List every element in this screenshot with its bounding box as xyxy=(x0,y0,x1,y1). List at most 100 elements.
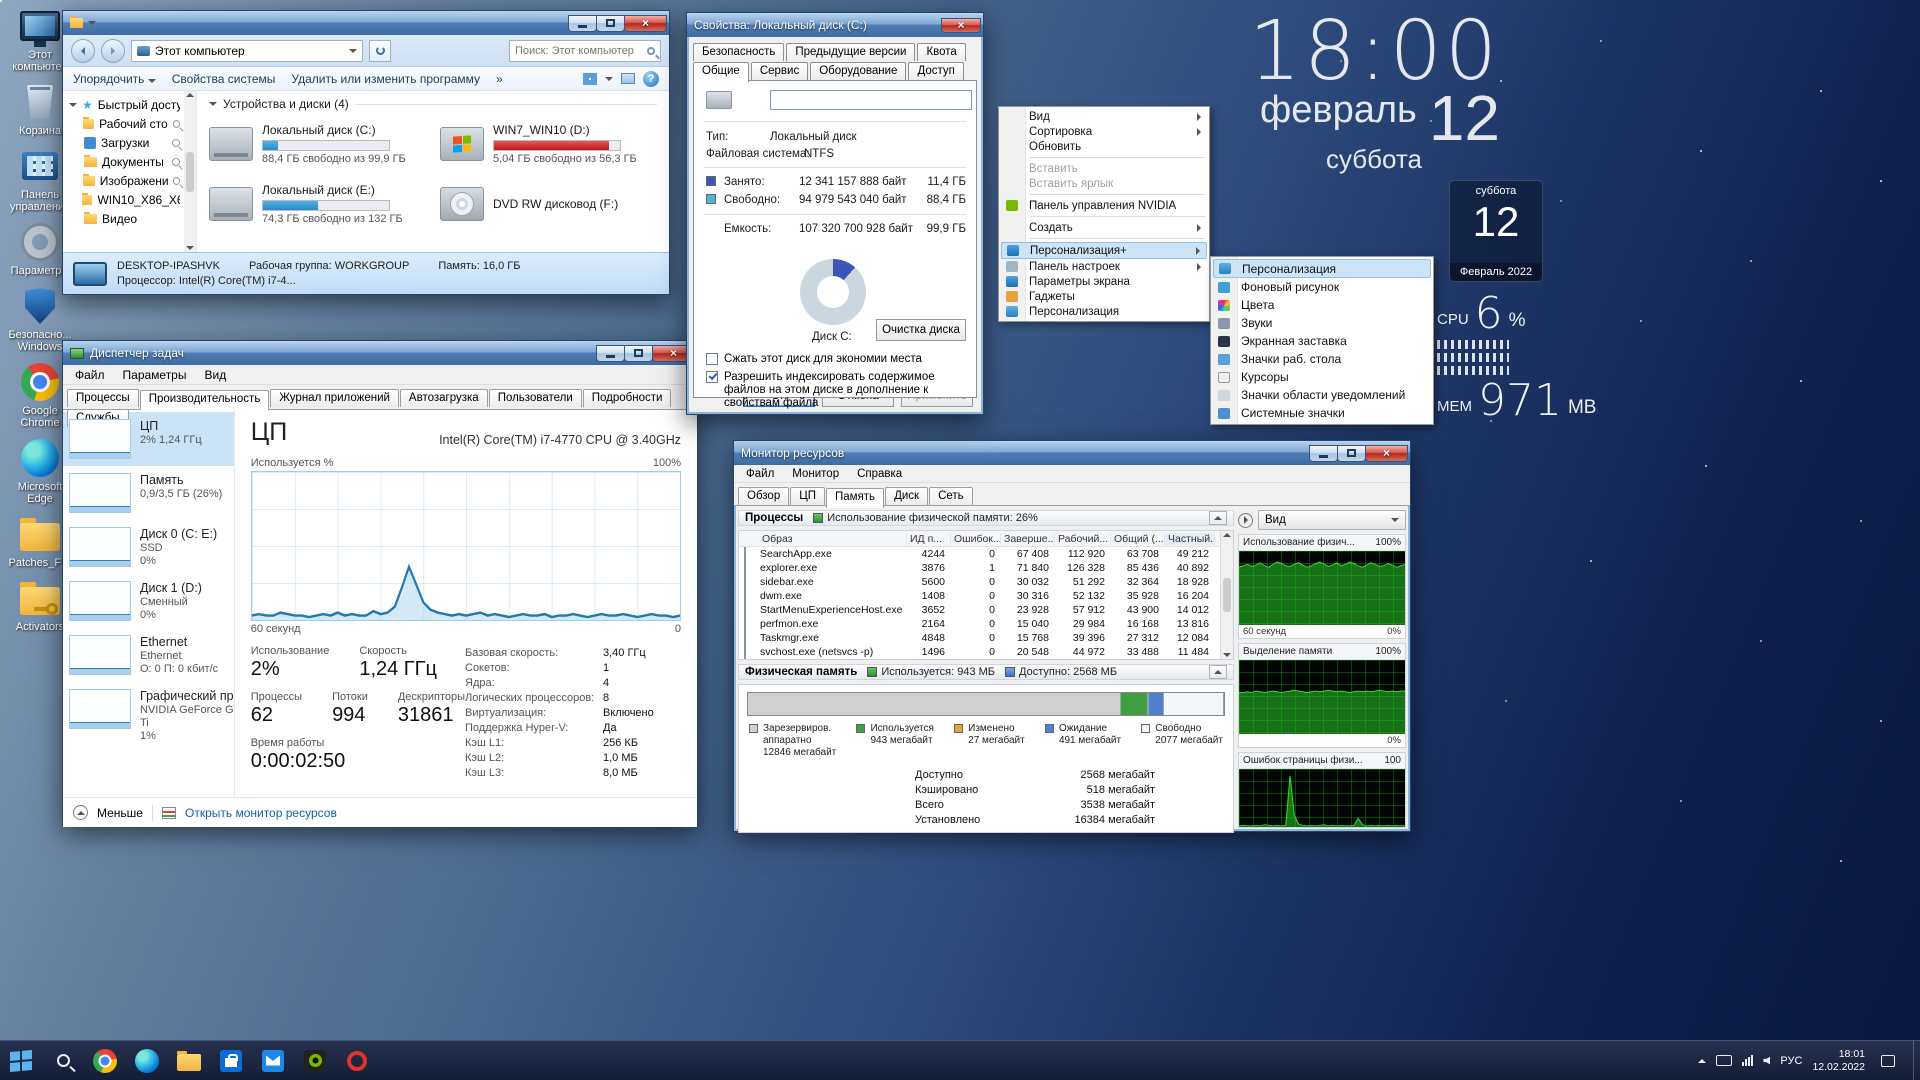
context-menu-item[interactable]: Вид xyxy=(1001,109,1207,124)
collapse-group-icon[interactable] xyxy=(209,102,217,106)
maximize-button[interactable] xyxy=(624,344,653,362)
scroll-up-icon[interactable] xyxy=(1223,533,1231,537)
personalization-menu-item[interactable]: Значки области уведомлений xyxy=(1213,386,1431,404)
quick-access-toolbar-chevron-icon[interactable] xyxy=(88,21,96,25)
taskbar-app-nvidia[interactable] xyxy=(300,1046,330,1076)
context-menu-item[interactable]: Вставить xyxy=(1001,161,1207,176)
taskbar-app-folder[interactable] xyxy=(174,1046,204,1076)
language-indicator[interactable]: РУС xyxy=(1780,1055,1802,1067)
tab-безопасность[interactable]: Безопасность xyxy=(693,43,785,61)
process-row[interactable]: dwm.exe 1408 0 30 316 52 132 35 928 16 204 xyxy=(739,589,1220,603)
perf-sidebar-item[interactable]: Ethernet Ethernet О: 0 П: 0 кбит/с xyxy=(63,628,234,682)
tab-подробности[interactable]: Подробности xyxy=(582,389,672,407)
address-bar[interactable]: Этот компьютер xyxy=(131,39,363,62)
tab-доступ[interactable]: Доступ xyxy=(908,62,964,80)
index-checkbox[interactable]: Разрешить индексировать содержимое файло… xyxy=(706,371,970,410)
scroll-thumb[interactable] xyxy=(1223,578,1231,612)
physical-memory-section-header[interactable]: Физическая память Используется: 943 МБ Д… xyxy=(738,664,1234,680)
uninstall-program-button[interactable]: Удалить или изменить программу xyxy=(291,72,480,86)
menu-вид[interactable]: Вид xyxy=(196,366,234,384)
drive-item[interactable]: DVD RW дисковод (F:) xyxy=(440,179,657,229)
menu-справка[interactable]: Справка xyxy=(849,466,910,482)
process-checkbox[interactable] xyxy=(744,547,746,561)
perf-sidebar-item[interactable]: Диск 1 (D:) Сменный 0% xyxy=(63,574,234,628)
personalization-menu-item[interactable]: Персонализация xyxy=(1213,259,1431,278)
breadcrumb[interactable]: Этот компьютер xyxy=(155,44,245,58)
column-header[interactable]: Образ xyxy=(759,532,907,545)
context-menu-item[interactable]: Сортировка xyxy=(1001,124,1207,139)
collapse-section-icon[interactable] xyxy=(1209,511,1227,525)
minimize-button[interactable] xyxy=(1309,444,1338,462)
address-dropdown-icon[interactable] xyxy=(349,48,357,53)
scroll-down-icon[interactable] xyxy=(1223,653,1231,657)
menu-параметры[interactable]: Параметры xyxy=(115,366,195,384)
drive-item[interactable]: Локальный диск (C:) 88,4 ГБ свободно из 9… xyxy=(209,119,426,169)
taskbar-app-edge[interactable] xyxy=(132,1046,162,1076)
sidebar-item[interactable]: Документы xyxy=(63,152,196,171)
scroll-up-icon[interactable] xyxy=(186,93,194,97)
minimize-button[interactable] xyxy=(596,344,625,362)
sidebar-scrollbar[interactable] xyxy=(184,91,196,252)
tab-оборудование[interactable]: Оборудование xyxy=(810,62,907,80)
tab-журнал-приложений[interactable]: Журнал приложений xyxy=(270,389,399,407)
column-header[interactable]: Ошибок... xyxy=(951,532,1001,545)
perf-sidebar-item[interactable]: Диск 0 (C: E:) SSD 0% xyxy=(63,520,234,574)
column-header[interactable]: Рабочий... xyxy=(1055,532,1111,545)
view-dropdown-icon[interactable] xyxy=(605,76,613,81)
touch-keyboard-icon[interactable] xyxy=(1716,1055,1733,1066)
tab-сеть[interactable]: Сеть xyxy=(929,487,973,505)
process-row[interactable]: svchost.exe (netsvcs -p) 1496 0 20 548 44 97… xyxy=(739,645,1220,659)
column-header[interactable]: Общий (... xyxy=(1111,532,1165,545)
explorer-titlebar[interactable]: × xyxy=(63,11,669,35)
tab-цп[interactable]: ЦП xyxy=(790,487,825,505)
column-header[interactable]: ИД п... xyxy=(907,532,951,545)
process-row[interactable]: SearchApp.exe 4244 0 67 408 112 920 63 708 49 … xyxy=(739,547,1220,561)
scroll-down-icon[interactable] xyxy=(186,246,194,250)
perf-sidebar-item[interactable]: Память 0,9/3,5 ГБ (26%) xyxy=(63,466,234,520)
context-menu-item[interactable]: Обновить xyxy=(1001,139,1207,154)
table-scrollbar[interactable] xyxy=(1220,531,1233,659)
action-center-icon[interactable] xyxy=(1881,1054,1895,1067)
tab-пользователи[interactable]: Пользователи xyxy=(488,389,582,407)
tab-диск[interactable]: Диск xyxy=(885,487,929,505)
search-input[interactable] xyxy=(515,44,635,57)
collapse-icon[interactable] xyxy=(73,805,88,820)
open-resource-monitor-link[interactable]: Открыть монитор ресурсов xyxy=(185,806,337,820)
maximize-button[interactable] xyxy=(1337,444,1366,462)
disk-cleanup-button[interactable]: Очистка диска xyxy=(876,319,966,341)
close-button[interactable]: × xyxy=(941,17,981,33)
search-button[interactable] xyxy=(48,1046,78,1076)
context-menu-item[interactable]: Параметры экрана xyxy=(1001,274,1207,289)
personalization-menu-item[interactable]: Фоновый рисунок xyxy=(1213,278,1431,296)
devices-group-header[interactable]: Устройства и диски (4) xyxy=(209,97,657,111)
process-row[interactable]: StartMenuExperienceHost.exe 3652 0 23 928 57… xyxy=(739,603,1220,617)
menu-монитор[interactable]: Монитор xyxy=(784,466,847,482)
minimize-button[interactable] xyxy=(568,14,597,32)
tab-квота[interactable]: Квота xyxy=(917,43,966,61)
tray-clock[interactable]: 18:01 12.02.2022 xyxy=(1812,1048,1865,1074)
personalization-menu-item[interactable]: Цвета xyxy=(1213,296,1431,314)
process-row[interactable]: explorer.exe 3876 1 71 840 126 328 85 436 40 8… xyxy=(739,561,1220,575)
sidebar-item[interactable]: Загрузки xyxy=(63,133,196,152)
taskbar-app-opera[interactable] xyxy=(342,1046,372,1076)
checkbox-unchecked-icon[interactable] xyxy=(706,353,718,365)
preview-pane-icon[interactable] xyxy=(621,73,635,84)
details-pane[interactable]: DESKTOP-IPASHVK Рабочая группа: WORKGROU… xyxy=(63,252,669,294)
process-row[interactable]: Taskmgr.exe 4848 0 15 768 39 396 27 312 12 084 xyxy=(739,631,1220,645)
checkbox-checked-icon[interactable] xyxy=(706,371,718,383)
back-button[interactable] xyxy=(71,38,95,63)
tab-производительность[interactable]: Производительность xyxy=(139,390,270,410)
drive-item[interactable]: WIN7_WIN10 (D:) 5,04 ГБ свободно из 56,3 … xyxy=(440,119,657,169)
context-menu-item[interactable]: Персонализация xyxy=(1001,304,1207,319)
process-checkbox[interactable] xyxy=(744,589,746,603)
context-menu-item[interactable]: Гаджеты xyxy=(1001,289,1207,304)
process-checkbox[interactable] xyxy=(744,645,746,659)
resource-monitor-titlebar[interactable]: Монитор ресурсов × xyxy=(734,441,1410,465)
view-dropdown-button[interactable]: Вид xyxy=(1258,510,1406,530)
compress-checkbox[interactable]: Сжать этот диск для экономии места xyxy=(706,353,922,366)
sidebar-item[interactable]: Изображения xyxy=(63,171,196,190)
taskbar-app-mail[interactable] xyxy=(258,1046,288,1076)
close-button[interactable]: × xyxy=(624,14,667,32)
personalization-menu-item[interactable]: Курсоры xyxy=(1213,368,1431,386)
maximize-button[interactable] xyxy=(596,14,625,32)
